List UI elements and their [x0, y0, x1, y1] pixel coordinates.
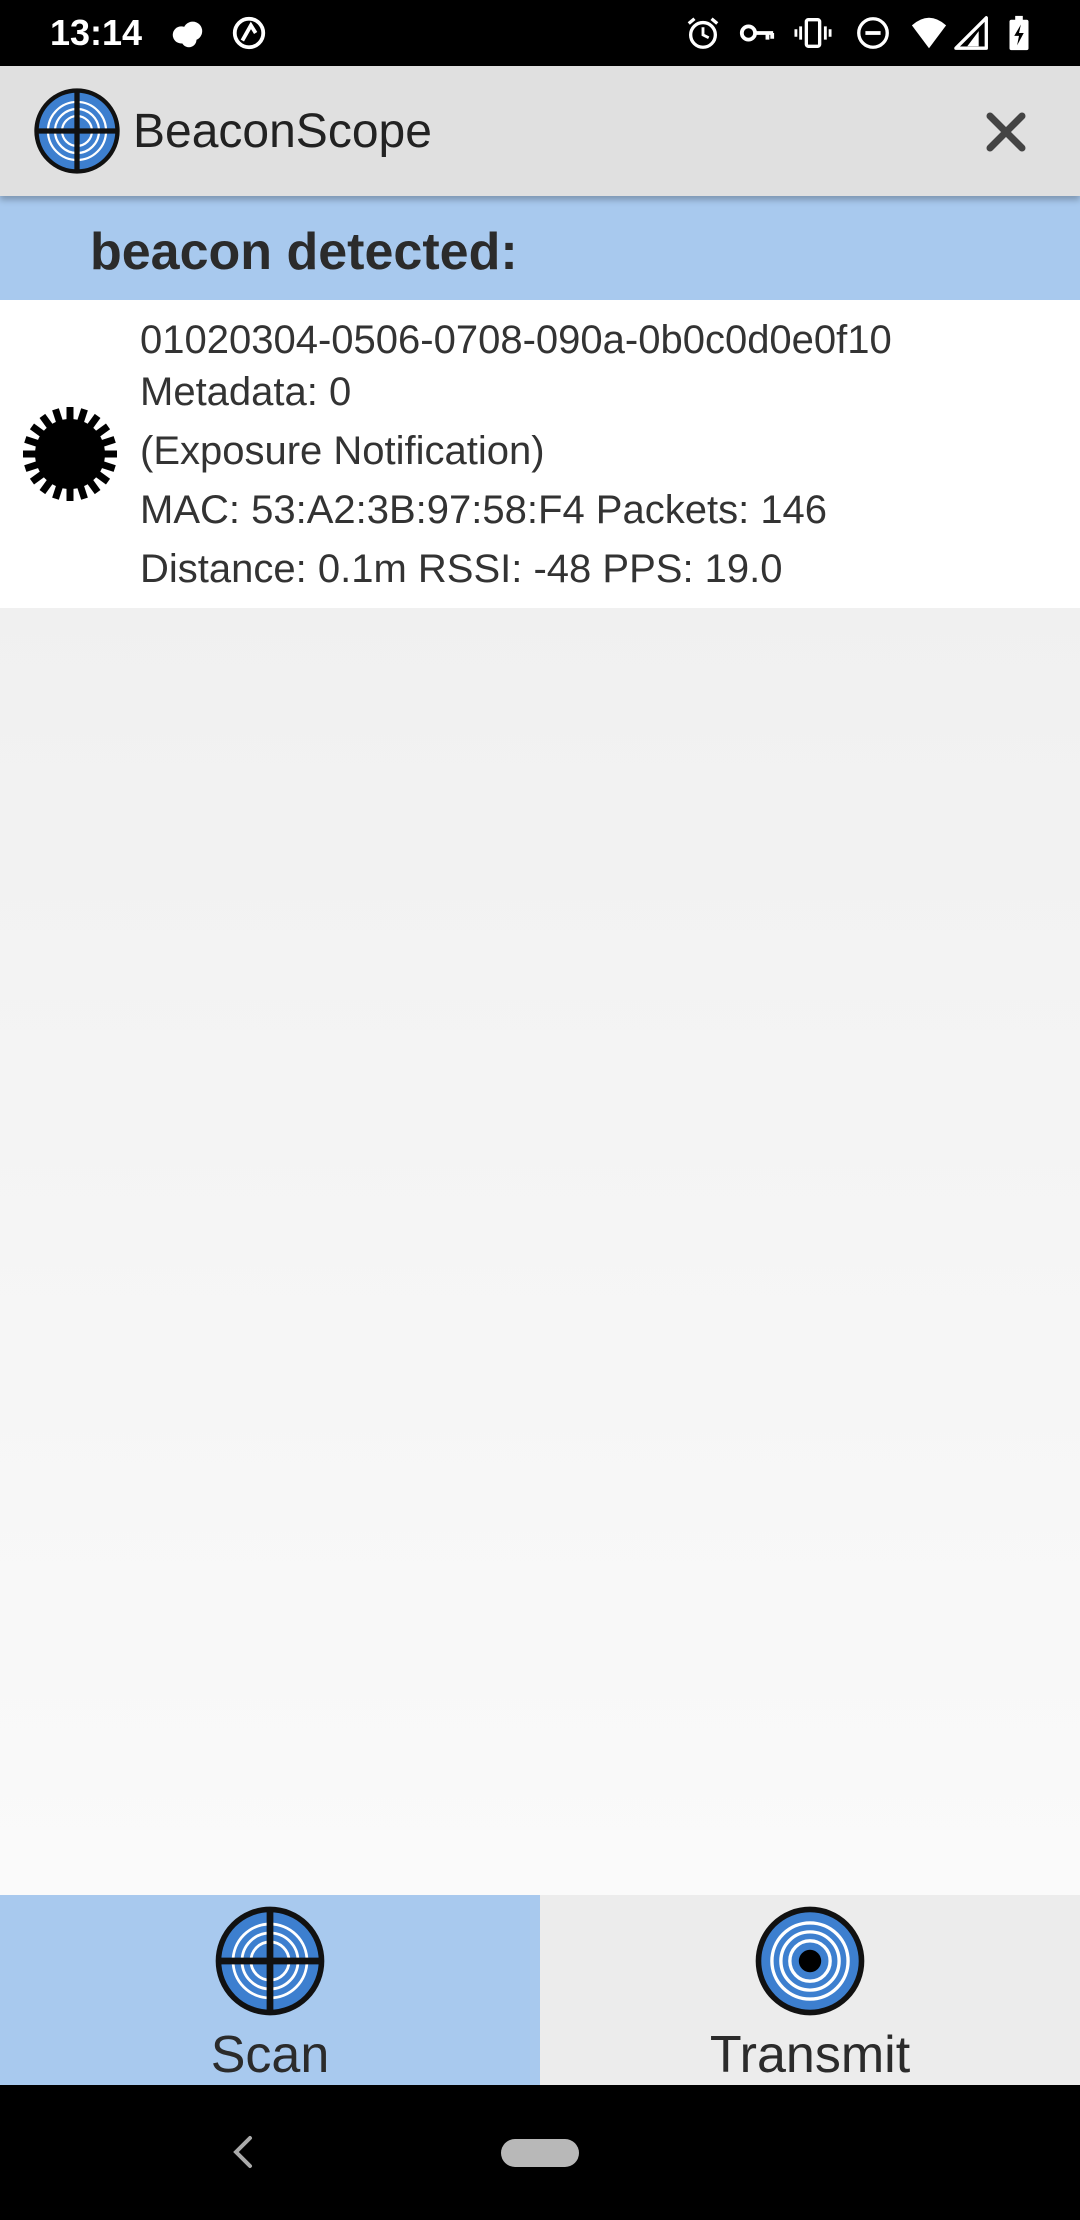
bottom-tab-bar: Scan Transmit: [0, 1895, 1080, 2085]
battery-charging-icon: [1009, 15, 1029, 51]
crosshair-logo-icon: [34, 88, 120, 174]
signal-icon: [954, 16, 988, 50]
app-bar: BeaconScope: [0, 66, 1080, 196]
beacon-list[interactable]: 01020304-0506-0708-090a-0b0c0d0e0f10 Met…: [0, 300, 1080, 1895]
beacon-metadata: Metadata: 0: [140, 370, 352, 414]
status-time: 13:14: [50, 12, 143, 53]
tab-scan-label: Scan: [210, 2026, 330, 2084]
list-item[interactable]: 01020304-0506-0708-090a-0b0c0d0e0f10 Met…: [0, 300, 1080, 608]
header-label: beacon detected:: [90, 223, 518, 281]
transmit-target-icon: [755, 1906, 865, 2016]
beacon-mac-packets: MAC: 53:A2:3B:97:58:F4 Packets: 146: [140, 488, 828, 532]
vpn-key-icon: [739, 24, 775, 42]
beacon-id: 01020304-0506-0708-090a-0b0c0d0e0f10: [140, 318, 892, 362]
back-icon[interactable]: [222, 2130, 262, 2174]
beacon-list-header: beacon detected:: [0, 196, 1080, 300]
beacon-type: (Exposure Notification): [140, 429, 545, 473]
tab-transmit[interactable]: Transmit: [540, 1895, 1080, 2085]
home-pill[interactable]: [501, 2139, 579, 2167]
weather-icon: [172, 21, 203, 48]
close-icon[interactable]: [978, 104, 1034, 160]
status-bar: 13:14: [0, 0, 1080, 66]
beacon-distance-rssi-pps: Distance: 0.1m RSSI: -48 PPS: 19.0: [140, 547, 783, 591]
vibrate-icon: [794, 18, 832, 48]
do-not-disturb-icon: [857, 17, 889, 49]
wifi-icon: [911, 17, 947, 49]
alarm-icon: [687, 17, 719, 49]
scan-crosshair-icon: [215, 1906, 325, 2016]
sync-icon: [232, 16, 266, 50]
navigation-bar: [0, 2085, 1080, 2220]
app-title: BeaconScope: [133, 105, 432, 158]
tab-transmit-label: Transmit: [709, 2026, 911, 2084]
tab-scan[interactable]: Scan: [0, 1895, 540, 2085]
coronavirus-icon: [23, 407, 117, 501]
